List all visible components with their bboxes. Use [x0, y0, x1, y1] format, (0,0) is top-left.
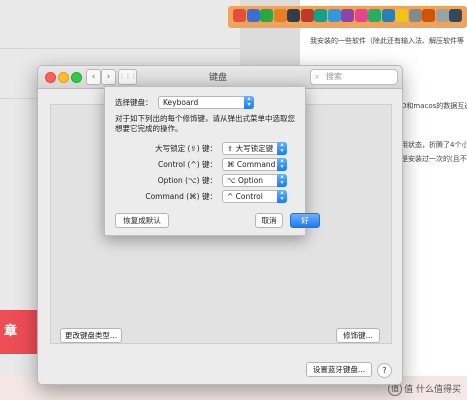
up-down-arrows-icon: ▴ ▾: [244, 96, 254, 109]
grid-icon: ⋮⋮⋮: [119, 73, 137, 80]
background-text-line: 用状态，折腾了4个小: [401, 141, 467, 149]
dock-app-icon[interactable]: [354, 9, 368, 22]
cancel-button[interactable]: 取消: [255, 213, 283, 228]
dock-app-icon[interactable]: [327, 9, 341, 22]
control-key-popup[interactable]: ⌘ Command ▴ ▾: [222, 158, 287, 171]
select-keyboard-label: 选择键盘：: [115, 98, 153, 107]
up-down-arrows-icon: ▴ ▾: [277, 190, 287, 203]
dock-bar: [228, 6, 467, 28]
chevron-right-icon: ›: [106, 72, 111, 82]
change-keyboard-type-button[interactable]: 更改键盘类型...: [60, 328, 122, 343]
control-key-label: Control (^) 键：: [157, 160, 217, 169]
background-text-line: 我安装的一些软件（除此还有输入法、解压软件等: [310, 37, 464, 45]
dock-app-icon[interactable]: [273, 9, 287, 22]
modifier-keys-sheet: 选择键盘： Keyboard ▴ ▾ 对于如下列出的每个修饰键，请从弹出式菜单中选…: [104, 86, 320, 236]
search-field[interactable]: ⌕ 搜索: [310, 69, 398, 85]
help-button[interactable]: ?: [377, 363, 392, 378]
chevron-left-icon: ‹: [91, 72, 96, 82]
restore-defaults-button[interactable]: 恢复成默认: [115, 213, 169, 228]
dock-app-icon[interactable]: [395, 9, 408, 22]
option-key-label: Option (⌥) 键：: [157, 176, 217, 185]
dock-app-icon[interactable]: [381, 9, 395, 22]
close-window-button[interactable]: [45, 72, 56, 83]
up-down-arrows-icon: ▴ ▾: [277, 142, 287, 155]
dock-app-icon[interactable]: [300, 9, 314, 22]
command-key-label: Command (⌘) 键：: [145, 192, 217, 201]
ok-button[interactable]: 好: [290, 213, 320, 228]
up-down-arrows-icon: ▴ ▾: [277, 158, 287, 171]
zoom-window-button[interactable]: [71, 72, 82, 83]
option-key-value: ⌥ Option: [227, 176, 264, 185]
setup-bluetooth-keyboard-button[interactable]: 设置蓝牙键盘...: [306, 362, 372, 377]
dock-app-icon[interactable]: [422, 9, 435, 22]
dock-app-icon[interactable]: [341, 9, 354, 22]
dock-app-icon[interactable]: [260, 9, 273, 22]
divider: [0, 48, 240, 49]
dock-app-icon[interactable]: [408, 9, 422, 22]
select-keyboard-popup[interactable]: Keyboard ▴ ▾: [158, 96, 254, 109]
background-red-banner: 章: [0, 310, 40, 354]
window-title: 键盘: [208, 73, 227, 83]
forward-button[interactable]: ›: [101, 69, 116, 85]
command-key-value: ^ Control: [227, 192, 263, 201]
caps-lock-key-value: ⇪ 大写锁定键: [227, 144, 274, 153]
background-red-label: 章: [4, 324, 18, 339]
dock-app-icon[interactable]: [314, 9, 327, 22]
background-text-line: D和macos的数据互通: [401, 102, 467, 110]
search-icon: ⌕: [315, 72, 320, 81]
dock-app-icon[interactable]: [246, 9, 260, 22]
option-key-popup[interactable]: ⌥ Option ▴ ▾: [222, 174, 287, 187]
select-keyboard-value: Keyboard: [163, 98, 199, 107]
caps-lock-key-popup[interactable]: ⇪ 大写锁定键 ▴ ▾: [222, 142, 287, 155]
back-button[interactable]: ‹: [86, 69, 101, 85]
background-text-line: 是安装过一次的(且不: [401, 155, 467, 163]
control-key-value: ⌘ Command: [227, 160, 276, 169]
show-all-button[interactable]: ⋮⋮⋮: [118, 69, 137, 85]
dock-app-icon[interactable]: [368, 9, 381, 22]
dock-app-icon[interactable]: [233, 9, 246, 22]
modifier-keys-button[interactable]: 修饰键...: [336, 328, 380, 343]
caps-lock-key-label: 大写锁定 (⇪) 键：: [155, 144, 217, 153]
dock-app-icon[interactable]: [449, 9, 462, 22]
search-placeholder: 搜索: [326, 72, 342, 81]
dock-app-icon[interactable]: [435, 9, 449, 22]
sheet-description: 对于如下列出的每个修饰键，请从弹出式菜单中选取您想要它完成的操作。: [115, 114, 295, 133]
dock-app-icon[interactable]: [287, 9, 300, 22]
command-key-popup[interactable]: ^ Control ▴ ▾: [222, 190, 287, 203]
up-down-arrows-icon: ▴ ▾: [277, 174, 287, 187]
minimize-window-button[interactable]: [58, 72, 69, 83]
